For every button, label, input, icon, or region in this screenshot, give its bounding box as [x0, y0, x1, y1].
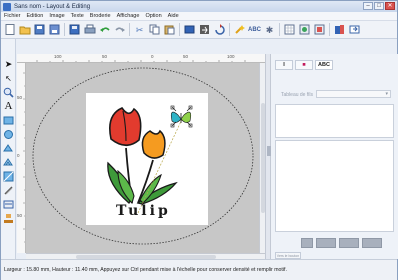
ruler-top-label: 50 — [183, 54, 189, 59]
menu-affichage[interactable]: Affichage — [114, 13, 143, 19]
save-as-icon[interactable] — [33, 23, 46, 36]
toolbar-separator — [329, 23, 330, 36]
panel-action-button[interactable] — [339, 238, 359, 248]
transfer-icon[interactable] — [198, 23, 211, 36]
monogram-icon[interactable] — [2, 198, 15, 210]
menu-texte[interactable]: Texte — [68, 13, 87, 19]
panel-button-row — [301, 238, 382, 248]
menu-option[interactable]: Option — [142, 13, 164, 19]
app-window: Sans nom - Layout & Editing – □ ✕ Fichie… — [0, 0, 398, 280]
print-preview-icon[interactable] — [48, 23, 61, 36]
status-text: Largeur : 15.80 mm, Hauteur : 11.40 mm, … — [4, 267, 287, 273]
color-preview-box[interactable] — [275, 104, 394, 138]
design-canvas[interactable]: Tulip — [26, 63, 259, 253]
import-icon[interactable] — [183, 23, 196, 36]
menu-bar: Fichier Edition Image Texte Broderie Aff… — [1, 12, 397, 21]
rotate-icon[interactable] — [213, 23, 226, 36]
panel-action-button[interactable] — [362, 238, 382, 248]
toolbar-separator — [64, 23, 65, 36]
thread-list-box[interactable] — [275, 140, 394, 232]
app-logo-icon — [3, 2, 11, 11]
close-button[interactable]: ✕ — [385, 2, 395, 10]
tool-palette: ➤ ↖ A — [1, 39, 16, 269]
orange-tulip — [141, 129, 166, 159]
print-icon[interactable] — [83, 23, 96, 36]
ruler-vertical-ticks — [23, 72, 25, 243]
toolbar-separator — [229, 23, 230, 36]
export-icon[interactable] — [348, 23, 361, 36]
properties-panel: I ■ ABC Tableau de fils ▾ Vers le bouton — [271, 54, 398, 259]
stamp-icon[interactable] — [2, 212, 15, 224]
tab-color[interactable]: ■ — [295, 60, 313, 70]
text-style-icon[interactable]: ✱ — [263, 23, 276, 36]
toolbar-separator — [279, 23, 280, 36]
thread-chart-label: Tableau de fils — [281, 92, 313, 98]
cut-icon[interactable]: ✂ — [133, 23, 146, 36]
menu-edition[interactable]: Edition — [24, 13, 47, 19]
ruler-top-label: 50 — [102, 54, 108, 59]
design-canvas-drawing — [32, 67, 254, 245]
ruler-horizontal: 100 50 0 50 100 — [17, 54, 265, 63]
outline-icon[interactable] — [2, 114, 15, 126]
text-abc-icon[interactable]: ABC — [248, 23, 261, 36]
panel-action-button[interactable] — [301, 238, 313, 248]
tab-text[interactable]: ABC — [315, 60, 333, 70]
chevron-down-icon: ▾ — [385, 91, 388, 97]
magic-wand-icon[interactable] — [233, 23, 246, 36]
window-controls: – □ ✕ — [363, 2, 395, 10]
panel-action-button[interactable] — [316, 238, 336, 248]
ruler-left-label: 50 — [17, 213, 23, 218]
point-edit-icon[interactable]: ↖ — [2, 72, 15, 84]
tab-thread-list[interactable]: I — [275, 60, 293, 70]
butterfly-motif — [170, 111, 192, 123]
ruler-vertical: 50 0 50 — [17, 63, 26, 253]
menu-image[interactable]: Image — [46, 13, 67, 19]
ruler-top-label: 0 — [151, 54, 154, 59]
pattern-icon[interactable] — [2, 170, 15, 182]
red-tulip — [109, 107, 142, 147]
copy-icon[interactable] — [148, 23, 161, 36]
card-icon[interactable] — [333, 23, 346, 36]
thread-chart-select[interactable]: ▾ — [316, 90, 391, 98]
design-center-icon[interactable] — [298, 23, 311, 36]
fill-icon[interactable] — [2, 142, 15, 154]
paste-icon[interactable] — [163, 23, 176, 36]
design-text: Tulip — [116, 203, 171, 219]
window-title: Sans nom - Layout & Editing — [14, 3, 91, 10]
ruler-left-label: 50 — [17, 95, 23, 100]
toolbar-separator — [129, 23, 130, 36]
save-icon[interactable] — [68, 23, 81, 36]
ruler-top-label: 100 — [227, 54, 235, 59]
applique-icon[interactable] — [2, 184, 15, 196]
stitch-icon[interactable] — [2, 156, 15, 168]
minimize-button[interactable]: – — [363, 2, 373, 10]
menu-broderie[interactable]: Broderie — [87, 13, 114, 19]
zoom-icon[interactable] — [2, 86, 15, 98]
ruler-top-label: 100 — [54, 54, 62, 59]
status-bar: Largeur : 15.80 mm, Hauteur : 11.40 mm, … — [1, 259, 397, 280]
settings-icon[interactable] — [313, 23, 326, 36]
new-file-icon[interactable] — [3, 23, 16, 36]
grid-icon[interactable] — [283, 23, 296, 36]
title-bar: Sans nom - Layout & Editing – □ ✕ — [1, 1, 397, 12]
redo-icon[interactable] — [113, 23, 126, 36]
menu-fichier[interactable]: Fichier — [1, 13, 24, 19]
shape-circle-icon[interactable] — [2, 128, 15, 140]
main-toolbar: ✂ ABC ✱ — [1, 21, 397, 39]
open-folder-icon[interactable] — [18, 23, 31, 36]
panel-tabs: I ■ ABC — [275, 60, 333, 70]
undo-icon[interactable] — [98, 23, 111, 36]
ruler-left-label: 0 — [17, 153, 20, 158]
toolbar-separator — [179, 23, 180, 36]
menu-aide[interactable]: Aide — [165, 13, 182, 19]
panel-bottom-button[interactable]: Vers le bouton — [275, 252, 301, 259]
select-arrow-icon[interactable]: ➤ — [2, 58, 15, 70]
maximize-button[interactable]: □ — [374, 2, 384, 10]
text-a-icon[interactable]: A — [2, 100, 15, 112]
